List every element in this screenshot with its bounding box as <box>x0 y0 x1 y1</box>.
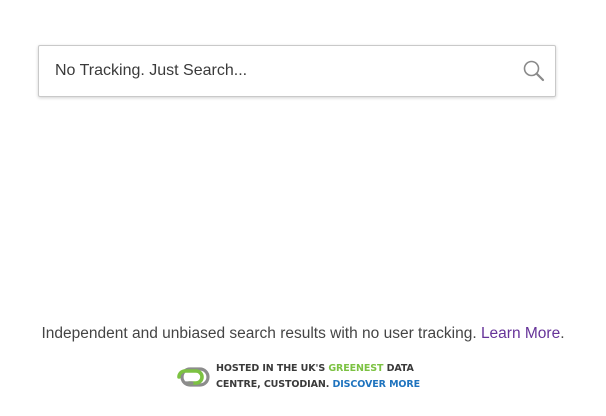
hosting-line-2: CENTRE, CUSTODIAN. DISCOVER MORE <box>216 377 420 393</box>
custodian-logo-icon[interactable] <box>176 364 212 390</box>
tagline: Independent and unbiased search results … <box>0 325 606 343</box>
discover-more-link[interactable]: DISCOVER MORE <box>332 379 420 390</box>
hosting-line-1: HOSTED IN THE UK'S GREENEST DATA <box>216 361 420 377</box>
search-input[interactable] <box>39 46 509 96</box>
greenest-highlight: GREENEST <box>328 363 384 374</box>
hosting-text: HOSTED IN THE UK'S GREENEST DATA CENTRE,… <box>216 361 420 393</box>
learn-more-link[interactable]: Learn More <box>481 325 560 342</box>
hosting-line-2-text: CENTRE, CUSTODIAN. <box>216 379 330 390</box>
search-button[interactable] <box>521 58 547 84</box>
search-form <box>38 45 556 97</box>
tagline-text: Independent and unbiased search results … <box>41 325 477 342</box>
page: Independent and unbiased search results … <box>0 0 606 416</box>
hosting-badge: HOSTED IN THE UK'S GREENEST DATA CENTRE,… <box>176 359 420 395</box>
tagline-period: . <box>560 325 565 342</box>
hosting-suffix: DATA <box>386 363 414 374</box>
hosting-prefix: HOSTED IN THE UK'S <box>216 363 326 374</box>
search-icon <box>523 60 545 82</box>
